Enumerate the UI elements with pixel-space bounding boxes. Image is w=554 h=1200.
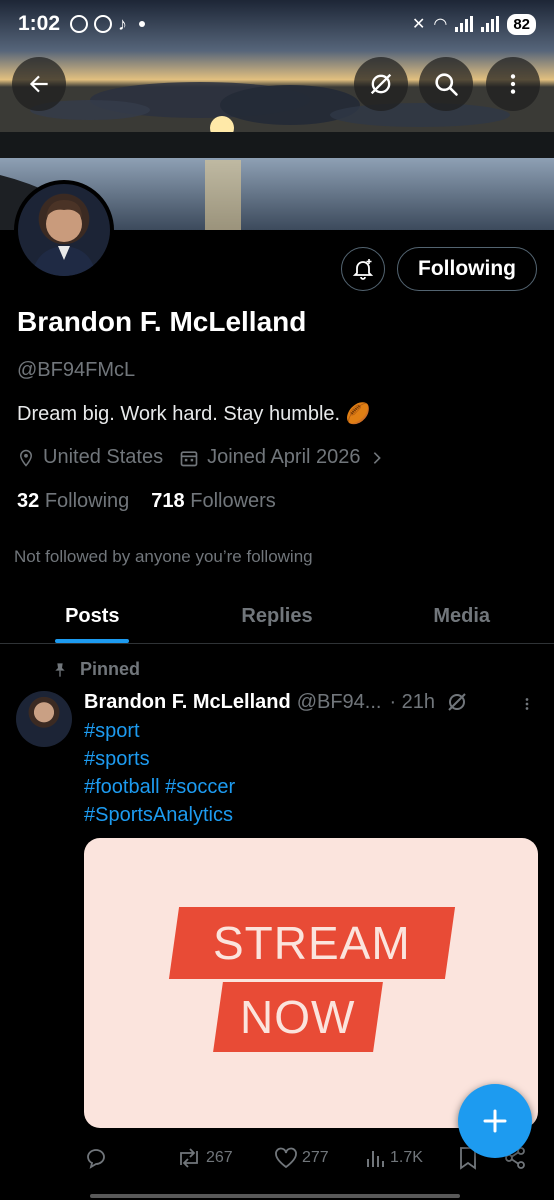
bell-plus-icon: [352, 259, 374, 280]
avatar-image: [32, 200, 96, 276]
signal-icon: [455, 16, 474, 32]
views-count: 1.7K: [390, 1149, 423, 1166]
media-stream-banner: STREAM: [168, 907, 456, 979]
repost-icon: [180, 1148, 198, 1168]
repost-button[interactable]: 267: [176, 1147, 233, 1169]
profile-bio: Dream big. Work hard. Stay humble. 🏉: [17, 403, 371, 425]
threads-notification-icon: [94, 15, 113, 33]
arrow-left-icon: [29, 75, 48, 93]
more-vertical-icon: [510, 74, 516, 94]
post-hashtags: #sport #sports #football #soccer #Sports…: [84, 717, 235, 829]
notify-button[interactable]: [341, 247, 385, 291]
profile-avatar[interactable]: [14, 180, 114, 280]
tiktok-notification-icon: ♪: [118, 13, 128, 34]
chevron-right-icon[interactable]: [369, 449, 385, 467]
post-author-handle[interactable]: @BF94...: [297, 691, 382, 714]
following-count: 32: [17, 490, 40, 512]
post-author-avatar[interactable]: [16, 691, 72, 747]
following-stat[interactable]: 32 Following: [17, 490, 129, 513]
gesture-bar: [90, 1194, 460, 1198]
reply-button[interactable]: [84, 1146, 108, 1170]
hashtag-link[interactable]: #sports: [84, 745, 235, 773]
search-button[interactable]: [419, 57, 473, 111]
hashtag-link[interactable]: #SportsAnalytics: [84, 801, 235, 829]
profile-joined: Joined April 2026: [207, 446, 361, 468]
mute-icon: ✕: [411, 16, 426, 33]
more-button[interactable]: [486, 57, 540, 111]
tab-replies[interactable]: Replies: [185, 590, 370, 643]
profile-handle: @BF94FMcL: [17, 359, 136, 381]
messenger-notification-icon: [70, 15, 89, 33]
status-bar: 1:02 ♪ ✕ ◠ 82: [0, 0, 554, 48]
media-text-stream: STREAM: [213, 917, 411, 969]
hashtag-link[interactable]: #football #soccer: [84, 773, 235, 801]
battery-indicator: 82: [507, 13, 536, 35]
like-count: 277: [302, 1149, 329, 1166]
media-now-banner: NOW: [213, 982, 383, 1052]
pinned-label: Pinned: [80, 659, 141, 679]
compose-button[interactable]: [458, 1084, 532, 1158]
repost-count: 267: [206, 1149, 233, 1166]
search-icon: [435, 73, 458, 96]
post-time: · 21h: [389, 690, 436, 713]
hashtag-link[interactable]: #sport: [84, 717, 235, 745]
tab-posts[interactable]: Posts: [0, 590, 185, 643]
wifi-icon: ◠: [433, 16, 448, 33]
not-followed-notice: Not followed by anyone you’re following: [14, 547, 313, 566]
like-button[interactable]: 277: [274, 1147, 329, 1169]
plus-icon: [483, 1109, 507, 1133]
pinned-indicator: Pinned: [52, 659, 140, 680]
views-icon: [367, 1151, 384, 1167]
grok-icon[interactable]: [445, 690, 469, 714]
following-button[interactable]: Following: [397, 247, 537, 291]
media-text-now: NOW: [240, 991, 356, 1043]
post-header: Brandon F. McLelland @BF94... · 21h: [84, 690, 469, 714]
post-author-name[interactable]: Brandon F. McLelland: [84, 691, 291, 714]
followers-count: 718: [151, 490, 185, 512]
profile-location: United States: [43, 446, 164, 468]
profile-name: Brandon F. McLelland: [17, 306, 307, 337]
reply-icon: [87, 1149, 105, 1169]
back-button[interactable]: [12, 57, 66, 111]
following-label: Following: [44, 490, 130, 512]
profile-meta: United States Joined April 2026: [17, 446, 393, 469]
followers-label: Followers: [190, 490, 276, 512]
calendar-icon: [180, 450, 198, 466]
status-time: 1:02: [18, 12, 61, 35]
location-pin-icon: [19, 449, 33, 467]
tab-media[interactable]: Media: [369, 590, 554, 643]
grok-button[interactable]: [354, 57, 408, 111]
profile-tabs: Posts Replies Media: [0, 590, 554, 644]
pin-icon: [55, 662, 65, 677]
signal-2-icon: [481, 16, 500, 32]
grok-icon: [370, 73, 392, 95]
more-notifications-icon: [139, 21, 146, 27]
heart-icon: [275, 1147, 297, 1169]
views-button[interactable]: 1.7K: [366, 1147, 423, 1169]
profile-stats: 32 Following 718 Followers: [17, 490, 276, 513]
more-vertical-icon[interactable]: [518, 692, 536, 716]
followers-stat[interactable]: 718 Followers: [151, 490, 276, 513]
